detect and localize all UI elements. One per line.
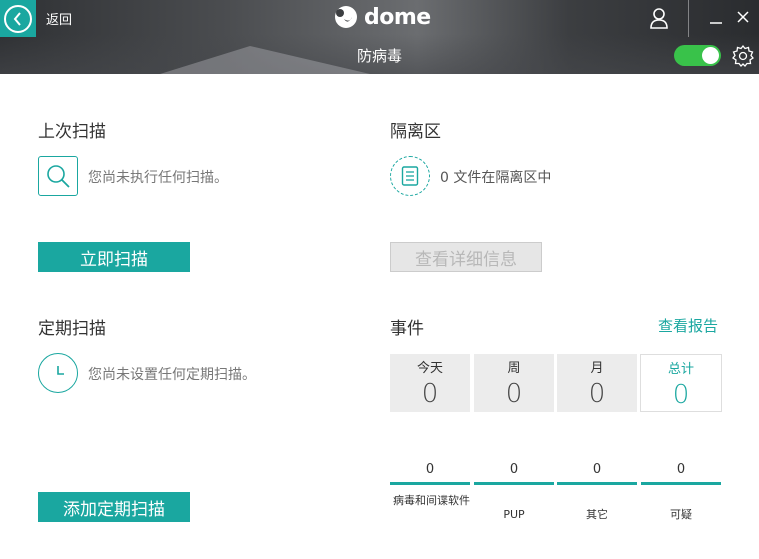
events-total-label: 总计 (667, 362, 694, 377)
user-account-button[interactable] (646, 5, 672, 31)
logo-text: dome (364, 4, 431, 30)
events-week-tab[interactable]: 周 0 (474, 354, 554, 412)
category-pup-bar (474, 482, 554, 485)
quarantine-document-icon (390, 156, 430, 196)
scheduled-scan-message: 您尚未设置任何定期扫描。 (88, 367, 256, 383)
category-suspicious-bar (641, 482, 721, 485)
events-month-tab[interactable]: 月 0 (557, 354, 637, 412)
search-icon (38, 156, 78, 196)
title-bar-divider (688, 0, 689, 37)
events-today-tab[interactable]: 今天 0 (390, 354, 470, 412)
category-suspicious-label: 可疑 (670, 508, 692, 521)
close-button[interactable] (733, 7, 753, 27)
dome-logo: dome (334, 4, 431, 30)
page-title: 防病毒 (356, 47, 402, 65)
category-virus-label: 病毒和间谍软件 (393, 494, 470, 507)
events-total-value: 0 (672, 380, 690, 410)
protection-toggle[interactable] (674, 45, 721, 66)
events-total-tab[interactable]: 总计 0 (640, 354, 722, 412)
category-other-bar (557, 482, 637, 485)
events-month-value: 0 (588, 379, 606, 409)
last-scan-message: 您尚未执行任何扫描。 (88, 170, 228, 186)
category-suspicious-count: 0 (676, 462, 686, 477)
scan-now-button[interactable]: 立即扫描 (38, 242, 190, 272)
minimize-icon (710, 22, 722, 24)
category-virus-bar (390, 482, 470, 485)
quarantine-title: 隔离区 (390, 122, 441, 142)
events-month-label: 月 (590, 361, 604, 376)
category-other-count: 0 (592, 462, 602, 477)
events-today-value: 0 (421, 379, 439, 409)
back-button[interactable] (0, 0, 36, 37)
category-other-label: 其它 (586, 508, 608, 521)
toggle-knob (702, 47, 719, 64)
close-icon (737, 11, 749, 23)
quarantine-message: 0 文件在隔离区中 (440, 170, 552, 186)
view-details-button[interactable]: 查看详细信息 (390, 242, 542, 272)
header-banner: 返回 dome 防病毒 (0, 0, 759, 74)
scheduled-scan-title: 定期扫描 (38, 319, 106, 339)
category-virus-count: 0 (425, 462, 435, 477)
settings-button[interactable] (730, 43, 755, 68)
category-pup-label: PUP (503, 508, 525, 521)
add-scheduled-scan-button[interactable]: 添加定期扫描 (38, 492, 190, 522)
panda-logo-icon (335, 6, 357, 28)
back-label[interactable]: 返回 (46, 9, 72, 28)
events-title: 事件 (390, 319, 424, 339)
minimize-button[interactable] (706, 8, 726, 28)
view-report-link[interactable]: 查看报告 (658, 315, 718, 336)
last-scan-title: 上次扫描 (38, 122, 106, 142)
title-bar: 返回 dome (0, 0, 759, 37)
events-week-label: 周 (507, 361, 521, 376)
category-pup-count: 0 (509, 462, 519, 477)
user-icon (650, 8, 668, 29)
events-today-label: 今天 (416, 361, 443, 376)
back-arrow-icon (4, 4, 32, 33)
clock-icon (38, 353, 78, 393)
events-week-value: 0 (505, 379, 523, 409)
gear-icon (731, 44, 754, 67)
